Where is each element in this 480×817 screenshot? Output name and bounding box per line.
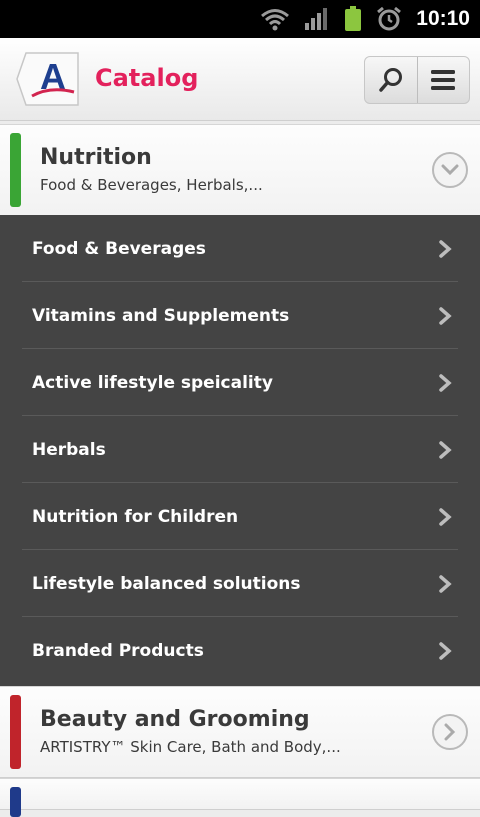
category-next[interactable] <box>0 778 480 817</box>
header-actions <box>364 56 470 104</box>
chevron-right-icon <box>439 240 452 258</box>
expand-button[interactable] <box>432 714 468 750</box>
submenu-item-active-lifestyle[interactable]: Active lifestyle speicality <box>22 349 458 416</box>
status-time: 10:10 <box>416 7 470 30</box>
submenu-item-branded-products[interactable]: Branded Products <box>22 617 458 684</box>
submenu-item-herbals[interactable]: Herbals <box>22 416 458 483</box>
category-color-bar <box>10 787 21 817</box>
chevron-right-icon <box>439 575 452 593</box>
category-subtitle: Food & Beverages, Herbals,... <box>40 176 263 194</box>
page-title: Catalog <box>95 64 199 92</box>
submenu-item-nutrition-children[interactable]: Nutrition for Children <box>22 483 458 550</box>
submenu-item-vitamins[interactable]: Vitamins and Supplements <box>22 282 458 349</box>
submenu-item-label: Lifestyle balanced solutions <box>32 574 301 594</box>
submenu-item-food-beverages[interactable]: Food & Beverages <box>22 215 458 282</box>
search-button[interactable] <box>365 57 417 103</box>
chevron-down-icon <box>441 164 459 176</box>
submenu-item-label: Vitamins and Supplements <box>32 306 290 326</box>
category-subtitle: ARTISTRY™ Skin Care, Bath and Body,... <box>40 738 341 756</box>
category-color-bar <box>10 133 21 207</box>
status-bar: 10:10 <box>0 0 480 38</box>
category-color-bar <box>10 695 21 769</box>
wifi-icon <box>260 7 290 31</box>
submenu-item-label: Branded Products <box>32 641 204 661</box>
submenu-item-label: Food & Beverages <box>32 239 206 259</box>
battery-icon <box>344 6 362 32</box>
menu-button[interactable] <box>416 57 470 103</box>
chevron-right-icon <box>439 508 452 526</box>
chevron-right-icon <box>439 441 452 459</box>
submenu-item-label: Nutrition for Children <box>32 507 239 527</box>
category-nutrition[interactable]: Nutrition Food & Beverages, Herbals,... <box>0 124 480 216</box>
submenu-item-label: Active lifestyle speicality <box>32 373 273 393</box>
search-icon <box>379 68 402 92</box>
app-header: A Catalog <box>0 38 480 121</box>
submenu-item-label: Herbals <box>32 440 106 460</box>
menu-icon <box>431 70 456 90</box>
category-beauty-grooming[interactable]: Beauty and Grooming ARTISTRY™ Skin Care,… <box>0 686 480 778</box>
alarm-icon <box>376 6 402 32</box>
chevron-right-icon <box>439 307 452 325</box>
chevron-right-icon <box>439 374 452 392</box>
category-name: Beauty and Grooming <box>40 707 310 732</box>
submenu-item-lifestyle-balanced[interactable]: Lifestyle balanced solutions <box>22 550 458 617</box>
chevron-right-icon <box>439 642 452 660</box>
signal-icon <box>304 7 330 31</box>
nutrition-submenu: Food & Beverages Vitamins and Supplement… <box>0 215 480 686</box>
category-name: Nutrition <box>40 145 152 170</box>
amway-logo-icon[interactable]: A <box>16 52 80 106</box>
collapse-button[interactable] <box>432 152 468 188</box>
chevron-right-icon <box>444 723 456 741</box>
